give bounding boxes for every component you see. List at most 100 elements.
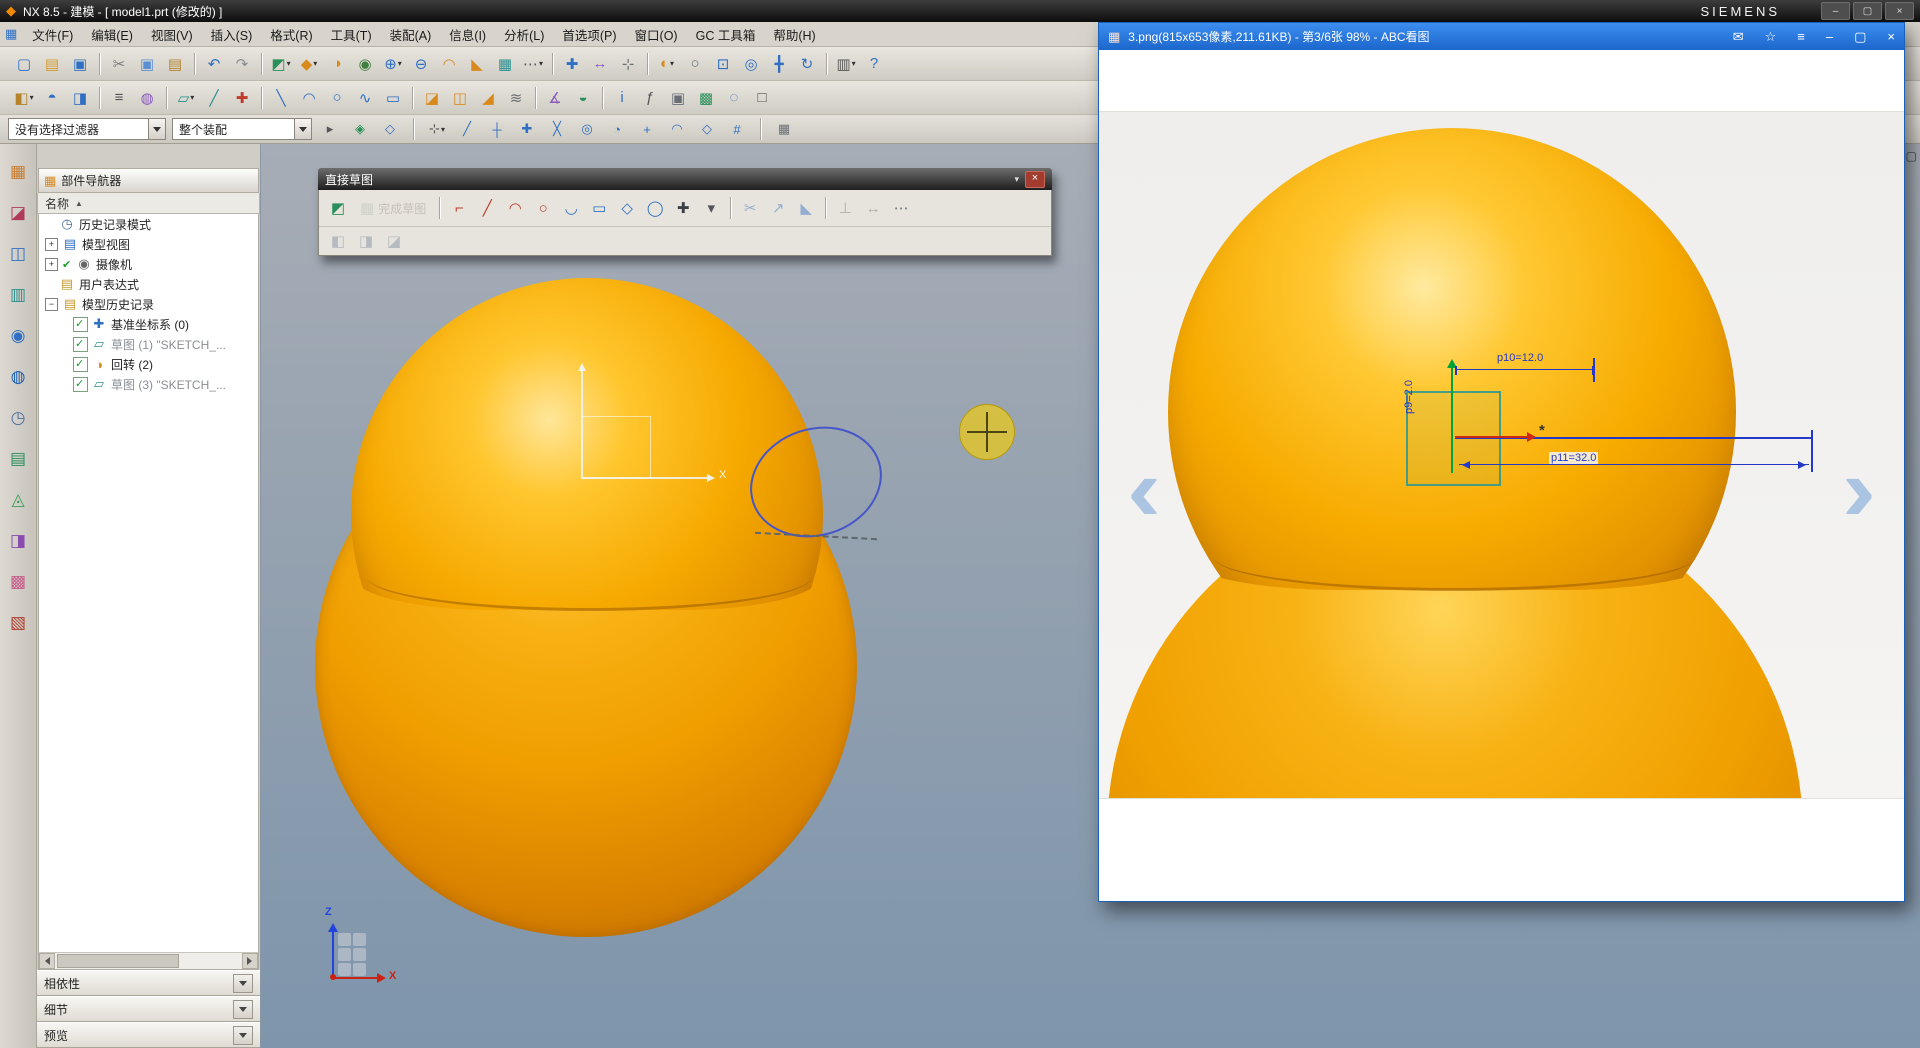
endpoint-snap-icon[interactable]: ╱ [456, 118, 478, 140]
navigator-column-header[interactable]: 名称 ▲ [37, 193, 260, 214]
tree-item-revolve-2[interactable]: ◑ 回转 (2) [39, 354, 258, 374]
split-body-icon[interactable]: ◫ [447, 85, 473, 111]
scroll-right-button[interactable] [242, 953, 258, 969]
zoom-icon[interactable]: ◎ [738, 51, 764, 77]
tree-horizontal-scrollbar[interactable] [39, 952, 258, 969]
arc-icon[interactable]: ◠ [296, 85, 322, 111]
menu-analysis[interactable]: 分析(L) [495, 22, 553, 47]
collapse-toggle[interactable]: − [45, 297, 58, 311]
open-file-icon[interactable]: ▤ [39, 51, 65, 77]
midpoint-snap-icon[interactable]: ┼ [486, 118, 508, 140]
close-button[interactable]: × [1887, 29, 1895, 44]
pan-icon[interactable]: ╋ [766, 51, 792, 77]
menu-icon[interactable]: ≡ [1797, 29, 1805, 44]
menu-help[interactable]: 帮助(H) [764, 22, 824, 47]
point-icon[interactable]: ✚ [229, 85, 255, 111]
arc-center-snap-icon[interactable]: ◎ [576, 118, 598, 140]
fillet-tool-icon[interactable]: ◡ [558, 195, 584, 221]
rotate-icon[interactable]: ↻ [794, 51, 820, 77]
sketch-task-icon[interactable]: ◩ [325, 195, 351, 221]
existing-point-snap-icon[interactable]: + [636, 118, 658, 140]
scroll-thumb[interactable] [57, 954, 179, 968]
draft-icon[interactable]: ◢ [475, 85, 501, 111]
grid-snap-icon[interactable]: # [726, 118, 748, 140]
history-icon[interactable]: ◷ [6, 406, 30, 430]
highlight-selection-icon[interactable]: ◇ [379, 118, 401, 140]
orient-trimetric-icon[interactable]: ◧ ▾ [11, 85, 37, 111]
point-on-face-snap-icon[interactable]: ◇ [696, 118, 718, 140]
subtract-icon[interactable]: ⊖ [408, 51, 434, 77]
control-point-snap-icon[interactable]: ✚ [516, 118, 538, 140]
polygon-tool-icon[interactable]: ◇ [614, 195, 640, 221]
copy-icon[interactable]: ▣ [134, 51, 160, 77]
circle-tool-icon[interactable]: ○ [530, 195, 556, 221]
arc-tool-icon[interactable]: ◠ [502, 195, 528, 221]
panel-preview[interactable]: 预览 [37, 1022, 260, 1048]
menu-tools[interactable]: 工具(T) [322, 22, 381, 47]
help-icon[interactable]: ? [861, 51, 887, 77]
undo-icon[interactable]: ↶ [201, 51, 227, 77]
measure-distance-icon[interactable]: ↔ [587, 51, 613, 77]
intersection-snap-icon[interactable]: ╳ [546, 118, 568, 140]
menu-format[interactable]: 格式(R) [261, 22, 321, 47]
menu-assemblies[interactable]: 装配(A) [381, 22, 441, 47]
tree-item-model-history[interactable]: − ▤ 模型历史记录 [39, 294, 258, 314]
reattach-sketch-icon[interactable]: ◨ [353, 228, 379, 254]
menu-gc-toolbox[interactable]: GC 工具箱 [687, 22, 765, 47]
expand-toggle[interactable]: + [45, 257, 58, 271]
tree-item-user-expressions[interactable]: ▤ 用户表达式 [39, 274, 258, 294]
revolve-icon[interactable]: ◑ [324, 51, 350, 77]
quick-extend-icon[interactable]: ↗ [765, 195, 791, 221]
web-browser-icon[interactable]: ◍ [6, 365, 30, 389]
orient-top-icon[interactable]: ◓ [39, 85, 65, 111]
visibility-checkbox[interactable] [73, 376, 88, 392]
direct-sketch-titlebar[interactable]: 直接草图 ▾ × [318, 168, 1052, 190]
window-icon[interactable]: ▥ ▾ [833, 51, 859, 77]
type-filter-icon[interactable]: ▸ [319, 118, 341, 140]
maximize-button[interactable]: ▢ [1854, 29, 1866, 45]
hole-icon[interactable]: ◉ [352, 51, 378, 77]
wireframe-display-icon[interactable]: ○ [682, 51, 708, 77]
selection-filter-combo[interactable]: 没有选择过滤器 [8, 118, 166, 140]
datum-axis-icon[interactable]: ╱ [201, 85, 227, 111]
hd3d-tools-icon[interactable]: ◉ [6, 324, 30, 348]
visibility-checkbox[interactable] [73, 336, 88, 352]
menu-view[interactable]: 视图(V) [142, 22, 202, 47]
favorite-icon[interactable]: ☆ [1765, 29, 1777, 45]
point-on-curve-snap-icon[interactable]: ◠ [666, 118, 688, 140]
studio-spline-icon[interactable]: ∿ [352, 85, 378, 111]
tree-item-sketch-1[interactable]: ▱ 草图 (1) "SKETCH_... [39, 334, 258, 354]
tree-item-sketch-3[interactable]: ▱ 草图 (3) "SKETCH_... [39, 374, 258, 394]
panel-dependencies[interactable]: 相依性 [37, 970, 260, 996]
tree-item-model-views[interactable]: + ▤ 模型视图 [39, 234, 258, 254]
more-sketch-tools-icon[interactable]: ⋯ [888, 195, 914, 221]
class-selection-icon[interactable]: ⊹ [615, 51, 641, 77]
sketch-preferences-icon[interactable]: ◪ [381, 228, 407, 254]
trim-body-icon[interactable]: ◪ [419, 85, 445, 111]
datum-plane-icon[interactable]: ▱ ▾ [173, 85, 199, 111]
roles-icon[interactable]: ◨ [6, 529, 30, 553]
sketch-plane-icon[interactable]: ◧ [325, 228, 351, 254]
measure-angle-icon[interactable]: ∡ [542, 85, 568, 111]
constraint-navigator-icon[interactable]: ◪ [6, 201, 30, 225]
menu-information[interactable]: 信息(I) [440, 22, 495, 47]
extrude-icon[interactable]: ◆ ▾ [296, 51, 322, 77]
panel-details[interactable]: 细节 [37, 996, 260, 1022]
feedback-icon[interactable]: ✉ [1733, 29, 1744, 45]
layer-settings-icon[interactable]: ≡ [106, 85, 132, 111]
process-studio-icon[interactable]: ▤ [6, 447, 30, 471]
minimize-button[interactable]: – [1826, 29, 1833, 44]
previous-image-button[interactable]: ‹ [1127, 445, 1161, 535]
save-icon[interactable]: ▣ [67, 51, 93, 77]
maximize-button[interactable]: ▢ [1853, 2, 1882, 20]
restore-view-icon[interactable]: ▢ [1906, 149, 1917, 163]
menu-file[interactable]: 文件(F) [23, 22, 82, 47]
shell-icon[interactable]: ▦ [492, 51, 518, 77]
circle-icon[interactable]: ○ [324, 85, 350, 111]
scroll-left-button[interactable] [39, 953, 55, 969]
quadrant-snap-icon[interactable]: ◔ [606, 118, 628, 140]
tree-item-datum-csys[interactable]: ✚ 基准坐标系 (0) [39, 314, 258, 334]
panel-expand-button[interactable] [233, 973, 253, 993]
finish-sketch-button[interactable]: ▦ 完成草图 [352, 199, 434, 217]
scroll-track[interactable] [55, 953, 242, 969]
